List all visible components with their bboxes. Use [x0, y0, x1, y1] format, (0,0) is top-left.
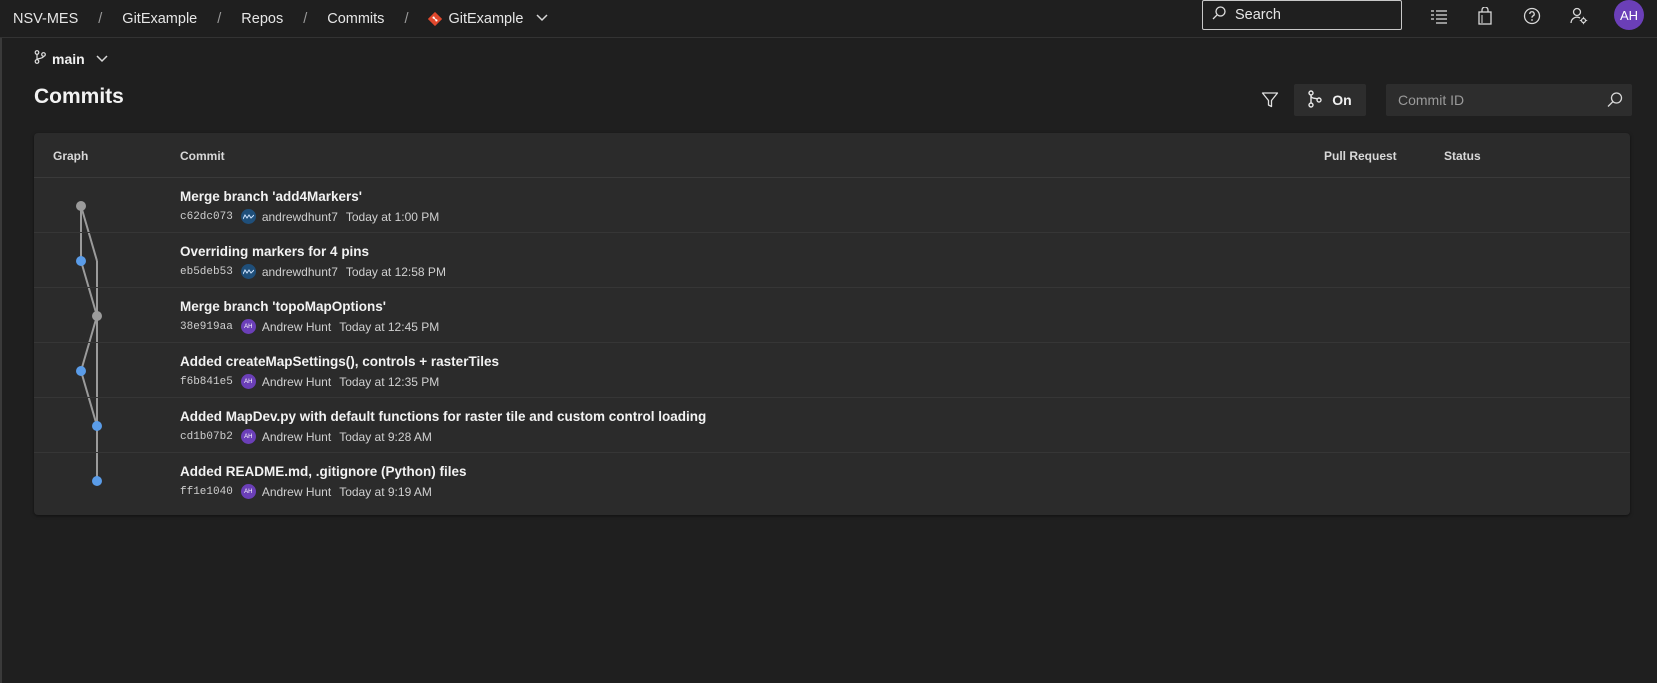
branch-icon: [34, 50, 46, 67]
commit-time: Today at 12:35 PM: [339, 374, 440, 389]
commit-author: Andrew Hunt: [261, 374, 332, 389]
table-row[interactable]: Overriding markers for 4 pins eb5deb53 a…: [34, 233, 1630, 288]
commit-message[interactable]: Added createMapSettings(), controls + ra…: [180, 354, 499, 369]
commit-message[interactable]: Added MapDev.py with default functions f…: [180, 409, 706, 424]
author-avatar: AH: [240, 319, 256, 334]
commit-time: Today at 9:19 AM: [339, 484, 432, 499]
commit-author: andrewdhunt7: [261, 264, 338, 279]
column-header-commit: Commit: [180, 149, 225, 163]
breadcrumb-separator: /: [404, 10, 409, 27]
git-repo-icon: [428, 11, 443, 26]
chevron-down-icon: [95, 51, 109, 67]
repo-selector[interactable]: GitExample: [428, 11, 549, 27]
breadcrumb: NSV-MES / GitExample / Repos / Commits /…: [0, 0, 549, 37]
breadcrumb-separator: /: [217, 10, 222, 27]
graph-icon: [1308, 89, 1322, 111]
commit-hash[interactable]: f6b841e5: [180, 376, 233, 388]
top-bar: NSV-MES / GitExample / Repos / Commits /…: [0, 0, 1657, 38]
commit-hash[interactable]: 38e919aa: [180, 321, 233, 333]
user-avatar[interactable]: AH: [1614, 0, 1644, 30]
graph-toggle-label: On: [1332, 92, 1352, 108]
commit-message[interactable]: Overriding markers for 4 pins: [180, 244, 369, 259]
column-header-status: Status: [1444, 149, 1481, 163]
left-rail: [0, 38, 2, 683]
table-row[interactable]: Added createMapSettings(), controls + ra…: [34, 343, 1630, 398]
search-icon[interactable]: [1606, 91, 1624, 114]
user-settings-icon[interactable]: [1569, 6, 1589, 26]
commit-author: Andrew Hunt: [261, 429, 332, 444]
table-row[interactable]: Added MapDev.py with default functions f…: [34, 398, 1630, 453]
author-avatar: AH: [240, 484, 256, 499]
page-title: Commits: [34, 85, 124, 108]
global-search-input[interactable]: Search: [1202, 0, 1402, 30]
commit-meta: eb5deb53 andrewdhunt7 Today at 12:58 PM: [180, 264, 446, 279]
commit-time: Today at 1:00 PM: [345, 209, 440, 224]
breadcrumb-separator: /: [303, 10, 308, 27]
commit-time: Today at 9:28 AM: [339, 429, 432, 444]
breadcrumb-repos[interactable]: Repos: [241, 11, 283, 27]
commit-message[interactable]: Merge branch 'topoMapOptions': [180, 299, 386, 314]
search-icon: [1211, 5, 1227, 25]
commit-author: andrewdhunt7: [261, 209, 338, 224]
column-header-pull-request: Pull Request: [1324, 149, 1397, 163]
shopping-bag-icon[interactable]: [1475, 6, 1495, 26]
commit-id-input[interactable]: [1396, 91, 1596, 109]
commit-time: Today at 12:45 PM: [339, 319, 440, 334]
search-placeholder: Search: [1235, 7, 1281, 23]
task-list-icon[interactable]: [1429, 6, 1449, 26]
column-header-graph: Graph: [53, 149, 89, 163]
chevron-down-icon: [535, 11, 549, 27]
commit-meta: c62dc073 andrewdhunt7 Today at 1:00 PM: [180, 209, 439, 224]
author-avatar: AH: [240, 429, 256, 444]
commit-message[interactable]: Merge branch 'add4Markers': [180, 189, 362, 204]
filter-icon[interactable]: [1259, 89, 1281, 111]
commit-author: Andrew Hunt: [261, 484, 332, 499]
commits-table: Graph Commit Pull Request Status Merge b…: [34, 133, 1630, 515]
breadcrumb-separator: /: [98, 10, 103, 27]
commit-meta: 38e919aa AH Andrew Hunt Today at 12:45 P…: [180, 319, 439, 334]
repo-name: GitExample: [448, 10, 524, 27]
graph-toggle-button[interactable]: On: [1294, 84, 1366, 116]
author-avatar: [240, 209, 256, 224]
commit-meta: cd1b07b2 AH Andrew Hunt Today at 9:28 AM: [180, 429, 432, 444]
commit-meta: f6b841e5 AH Andrew Hunt Today at 12:35 P…: [180, 374, 439, 389]
commit-meta: ff1e1040 AH Andrew Hunt Today at 9:19 AM: [180, 484, 432, 499]
author-avatar: [240, 264, 256, 279]
commit-hash[interactable]: ff1e1040: [180, 486, 233, 498]
table-row[interactable]: Merge branch 'topoMapOptions' 38e919aa A…: [34, 288, 1630, 343]
branch-selector[interactable]: main: [34, 50, 109, 67]
commit-author: Andrew Hunt: [261, 319, 332, 334]
commit-hash[interactable]: eb5deb53: [180, 266, 233, 278]
commit-message[interactable]: Added README.md, .gitignore (Python) fil…: [180, 464, 467, 479]
author-avatar: AH: [240, 374, 256, 389]
breadcrumb-org[interactable]: NSV-MES: [13, 11, 78, 27]
help-icon[interactable]: [1522, 6, 1542, 26]
table-header: Graph Commit Pull Request Status: [34, 133, 1630, 178]
breadcrumb-commits[interactable]: Commits: [327, 11, 384, 27]
commit-id-search[interactable]: [1386, 84, 1632, 116]
commit-hash[interactable]: c62dc073: [180, 211, 233, 223]
commit-time: Today at 12:58 PM: [345, 264, 446, 279]
breadcrumb-project[interactable]: GitExample: [122, 11, 197, 27]
table-row[interactable]: Added README.md, .gitignore (Python) fil…: [34, 453, 1630, 508]
table-row[interactable]: Merge branch 'add4Markers' c62dc073 andr…: [34, 178, 1630, 233]
commit-hash[interactable]: cd1b07b2: [180, 431, 233, 443]
branch-name: main: [52, 50, 85, 67]
